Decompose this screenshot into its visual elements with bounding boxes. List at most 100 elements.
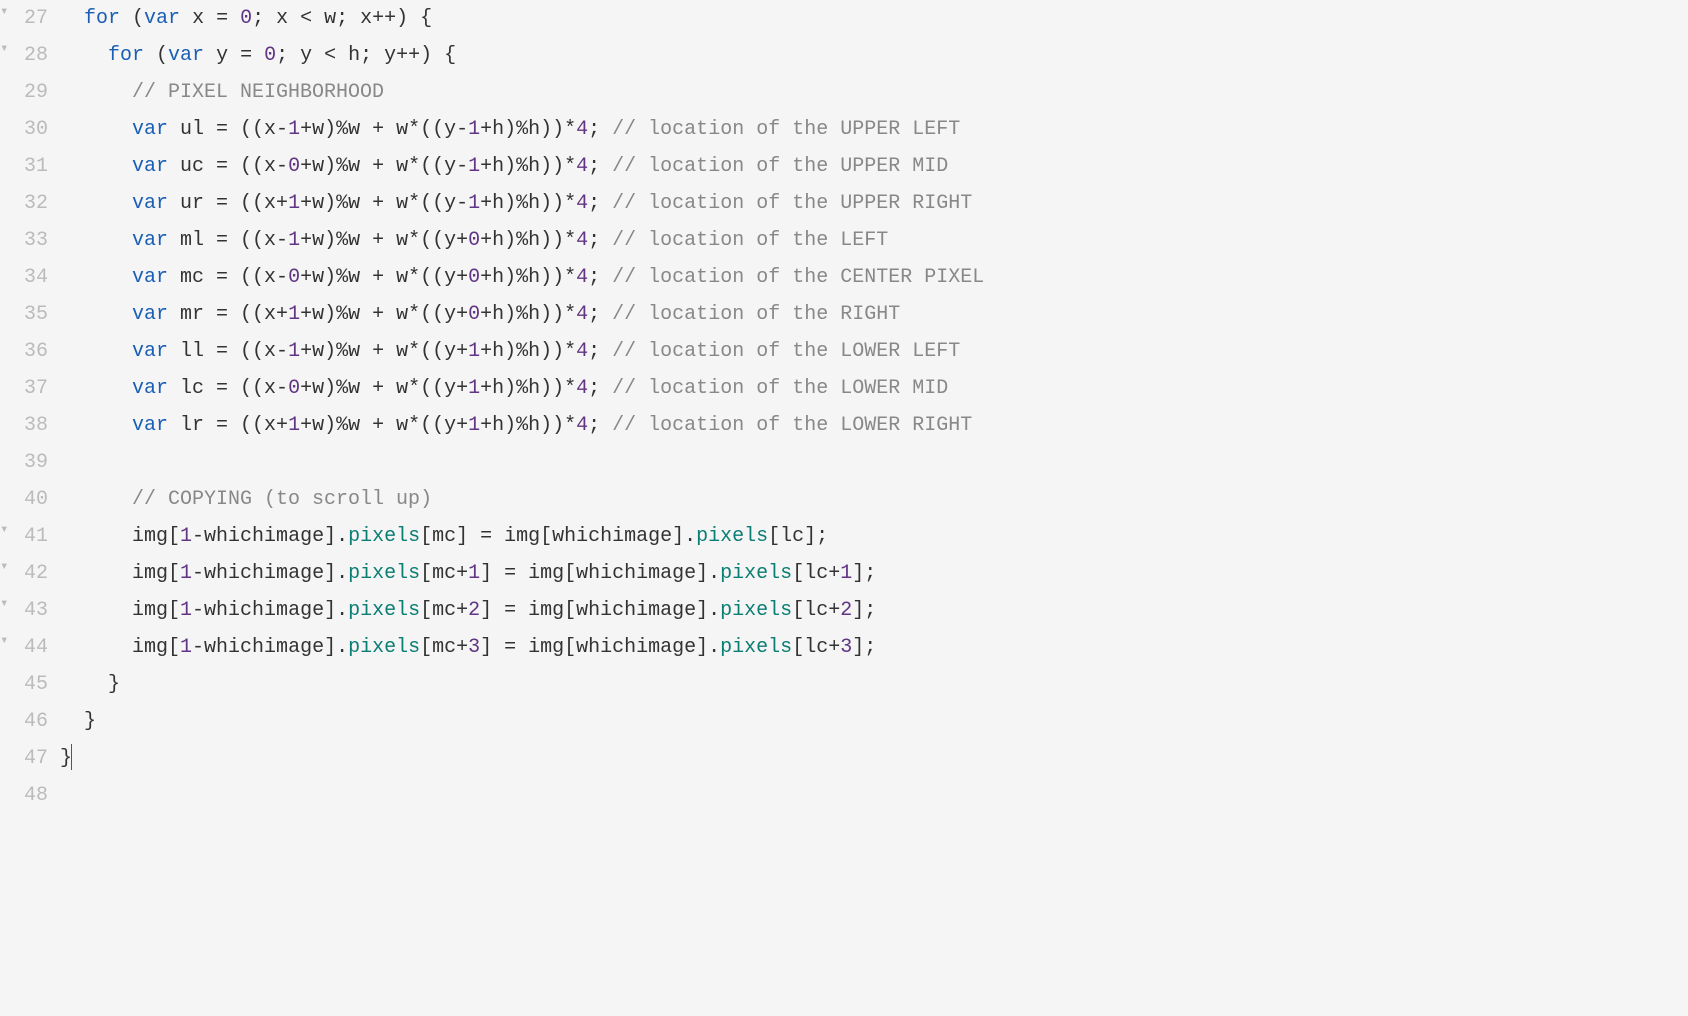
token-ident: -whichimage]. (192, 525, 348, 548)
indent (60, 44, 108, 67)
code-line[interactable]: var ll = ((x-1+w)%w + w*((y+1+h)%h))*4; … (60, 333, 1668, 370)
line-number[interactable]: 29 (0, 74, 48, 111)
indent (60, 488, 132, 511)
token-punct: ; y < h; y++) { (276, 44, 456, 67)
fold-marker-icon[interactable]: ▾ (0, 518, 8, 544)
line-number[interactable]: 39 (0, 444, 48, 481)
code-line[interactable]: // PIXEL NEIGHBORHOOD (60, 74, 1668, 111)
code-line[interactable] (60, 777, 1668, 814)
line-number[interactable]: 45 (0, 666, 48, 703)
token-punct: ; (588, 266, 612, 289)
line-number[interactable]: 34 (0, 259, 48, 296)
token-comment: // location of the LEFT (612, 229, 888, 252)
line-number[interactable]: 47 (0, 740, 48, 777)
line-number-label: 45 (24, 673, 48, 696)
token-ident: -whichimage]. (192, 599, 348, 622)
token-comment: // COPYING (to scroll up) (132, 488, 432, 511)
code-line[interactable]: img[1-whichimage].pixels[mc+2] = img[whi… (60, 592, 1668, 629)
line-number-gutter[interactable]: ▾27▾28293031323334353637383940▾41▾42▾43▾… (0, 0, 60, 814)
token-punct: } (108, 673, 120, 696)
code-line[interactable]: } (60, 740, 1668, 777)
line-number[interactable]: ▾41 (0, 518, 48, 555)
code-line[interactable]: img[1-whichimage].pixels[mc+1] = img[whi… (60, 555, 1668, 592)
token-number: 4 (576, 340, 588, 363)
token-comment: // PIXEL NEIGHBORHOOD (132, 81, 384, 104)
code-line[interactable]: var ml = ((x-1+w)%w + w*((y+0+h)%h))*4; … (60, 222, 1668, 259)
line-number[interactable]: ▾27 (0, 0, 48, 37)
token-number: 1 (468, 192, 480, 215)
line-number-label: 33 (24, 229, 48, 252)
code-line[interactable] (60, 444, 1668, 481)
token-punct: ; (588, 414, 612, 437)
line-number[interactable]: ▾28 (0, 37, 48, 74)
token-ident: ml = ((x- (168, 229, 288, 252)
code-line[interactable]: img[1-whichimage].pixels[mc] = img[which… (60, 518, 1668, 555)
token-ident: +w)%w + w*((y+ (300, 377, 468, 400)
indent (60, 266, 132, 289)
token-keyword: var (132, 229, 168, 252)
code-line[interactable]: var mc = ((x-0+w)%w + w*((y+0+h)%h))*4; … (60, 259, 1668, 296)
code-line[interactable]: var ur = ((x+1+w)%w + w*((y-1+h)%h))*4; … (60, 185, 1668, 222)
token-ident: +w)%w + w*((y- (300, 192, 468, 215)
fold-marker-icon[interactable]: ▾ (0, 0, 8, 26)
token-ident: +w)%w + w*((y- (300, 155, 468, 178)
token-punct: ; (588, 303, 612, 326)
token-number: 1 (468, 155, 480, 178)
line-number[interactable]: 48 (0, 777, 48, 814)
token-ident: +h)%h))* (480, 377, 576, 400)
line-number[interactable]: 31 (0, 148, 48, 185)
token-number: 1 (288, 229, 300, 252)
fold-marker-icon[interactable]: ▾ (0, 629, 8, 655)
code-line[interactable]: var lc = ((x-0+w)%w + w*((y+1+h)%h))*4; … (60, 370, 1668, 407)
code-line[interactable]: for (var y = 0; y < h; y++) { (60, 37, 1668, 74)
token-prop: pixels (720, 599, 792, 622)
line-number[interactable]: 32 (0, 185, 48, 222)
line-number[interactable]: ▾43 (0, 592, 48, 629)
token-ident: +h)%h))* (480, 155, 576, 178)
line-number[interactable]: 38 (0, 407, 48, 444)
code-area[interactable]: for (var x = 0; x < w; x++) { for (var y… (60, 0, 1688, 814)
code-line[interactable]: for (var x = 0; x < w; x++) { (60, 0, 1668, 37)
line-number[interactable]: ▾44 (0, 629, 48, 666)
token-prop: pixels (696, 525, 768, 548)
line-number[interactable]: ▾42 (0, 555, 48, 592)
code-line[interactable]: var ul = ((x-1+w)%w + w*((y-1+h)%h))*4; … (60, 111, 1668, 148)
line-number[interactable]: 40 (0, 481, 48, 518)
token-keyword: var (132, 155, 168, 178)
token-comment: // location of the UPPER MID (612, 155, 948, 178)
token-number: 0 (468, 303, 480, 326)
line-number-label: 31 (24, 155, 48, 178)
fold-marker-icon[interactable]: ▾ (0, 555, 8, 581)
token-ident: [lc+ (792, 599, 840, 622)
code-line[interactable]: var lr = ((x+1+w)%w + w*((y+1+h)%h))*4; … (60, 407, 1668, 444)
line-number[interactable]: 30 (0, 111, 48, 148)
line-number-label: 29 (24, 81, 48, 104)
token-number: 2 (840, 599, 852, 622)
code-line[interactable]: img[1-whichimage].pixels[mc+3] = img[whi… (60, 629, 1668, 666)
token-keyword: var (168, 44, 204, 67)
token-number: 2 (468, 599, 480, 622)
code-line[interactable]: var mr = ((x+1+w)%w + w*((y+0+h)%h))*4; … (60, 296, 1668, 333)
token-number: 1 (468, 377, 480, 400)
code-line[interactable]: } (60, 666, 1668, 703)
token-ident: [lc+ (792, 636, 840, 659)
line-number[interactable]: 46 (0, 703, 48, 740)
token-ident: mr = ((x+ (168, 303, 288, 326)
token-ident: img[ (132, 562, 180, 585)
indent (60, 340, 132, 363)
code-line[interactable]: // COPYING (to scroll up) (60, 481, 1668, 518)
code-line[interactable]: var uc = ((x-0+w)%w + w*((y-1+h)%h))*4; … (60, 148, 1668, 185)
token-ident: [mc+ (420, 636, 468, 659)
line-number[interactable]: 33 (0, 222, 48, 259)
code-line[interactable]: } (60, 703, 1668, 740)
token-number: 1 (180, 636, 192, 659)
line-number[interactable]: 35 (0, 296, 48, 333)
code-editor[interactable]: ▾27▾28293031323334353637383940▾41▾42▾43▾… (0, 0, 1688, 814)
line-number[interactable]: 37 (0, 370, 48, 407)
fold-marker-icon[interactable]: ▾ (0, 37, 8, 63)
token-number: 1 (180, 525, 192, 548)
fold-marker-icon[interactable]: ▾ (0, 592, 8, 618)
line-number[interactable]: 36 (0, 333, 48, 370)
token-number: 4 (576, 192, 588, 215)
token-prop: pixels (348, 599, 420, 622)
